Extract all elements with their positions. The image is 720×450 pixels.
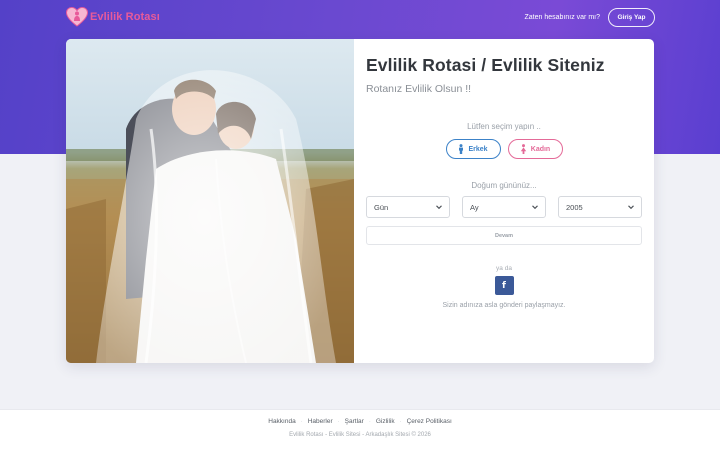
day-select[interactable]: Gün <box>366 196 450 218</box>
gender-male-button[interactable]: Erkek <box>445 139 501 159</box>
chevron-down-icon <box>628 205 634 210</box>
have-account-text: Zaten hesabınız var mı? <box>524 13 600 21</box>
facebook-login-button[interactable]: f <box>494 276 514 295</box>
footer-copyright: Evlilik Rotası - Evlilik Sitesi - Arkada… <box>289 432 431 438</box>
gender-prompt: Lütfen seçim yapın .. <box>467 122 541 131</box>
footer-separator: · <box>399 418 402 425</box>
site-footer: Hakkında · Haberler · Şartlar · Gizlilik… <box>0 409 720 450</box>
dob-prompt: Doğum gününüz... <box>471 181 537 190</box>
wedding-couple-photo <box>66 39 354 363</box>
page-subtitle: Rotanız Evlilik Olsun !! <box>366 83 472 95</box>
footer-separator: · <box>337 418 340 425</box>
signup-form: Evlilik Rotasi / Evlilik Siteniz Rotanız… <box>354 39 654 363</box>
month-select-value: Ay <box>470 202 479 212</box>
continue-button[interactable]: Devam <box>366 226 642 245</box>
footer-separator: · <box>368 418 371 425</box>
footer-separator: · <box>300 418 303 425</box>
year-select[interactable]: 2005 <box>558 196 642 218</box>
footer-link-about[interactable]: Hakkında <box>268 418 295 425</box>
gender-male-label: Erkek <box>468 145 488 153</box>
privacy-note: Sizin adınıza asla gönderi paylaşmayız. <box>442 302 566 309</box>
chevron-down-icon <box>532 205 538 210</box>
female-icon <box>520 144 526 154</box>
footer-link-cookies[interactable]: Çerez Politikası <box>407 418 452 425</box>
footer-links: Hakkında · Haberler · Şartlar · Gizlilik… <box>0 418 720 425</box>
facebook-icon: f <box>502 280 506 291</box>
site-logo[interactable]: Evlilik Rotası <box>66 7 160 27</box>
signup-card: Evlilik Rotasi / Evlilik Siteniz Rotanız… <box>66 39 654 363</box>
day-select-value: Gün <box>374 202 389 212</box>
month-select[interactable]: Ay <box>462 196 546 218</box>
logo-text: Evlilik Rotası <box>90 11 160 23</box>
gender-female-button[interactable]: Kadın <box>507 139 563 159</box>
footer-link-privacy[interactable]: Gizlilik <box>376 418 395 425</box>
footer-link-terms[interactable]: Şartlar <box>345 418 364 425</box>
male-icon <box>459 144 464 154</box>
gender-female-label: Kadın <box>530 145 551 153</box>
heart-logo-icon <box>66 7 88 27</box>
year-select-value: 2005 <box>566 202 583 212</box>
footer-link-news[interactable]: Haberler <box>308 418 333 425</box>
gender-options: Erkek Kadın <box>366 139 642 159</box>
login-button[interactable]: Giriş Yap <box>608 7 655 27</box>
top-navbar: Evlilik Rotası Zaten hesabınız var mı? G… <box>66 6 655 28</box>
or-divider-text: ya da <box>496 265 512 272</box>
chevron-down-icon <box>436 205 442 210</box>
dob-selects: Gün Ay 2005 <box>366 196 642 218</box>
page-title: Evlilik Rotasi / Evlilik Siteniz <box>366 55 605 75</box>
